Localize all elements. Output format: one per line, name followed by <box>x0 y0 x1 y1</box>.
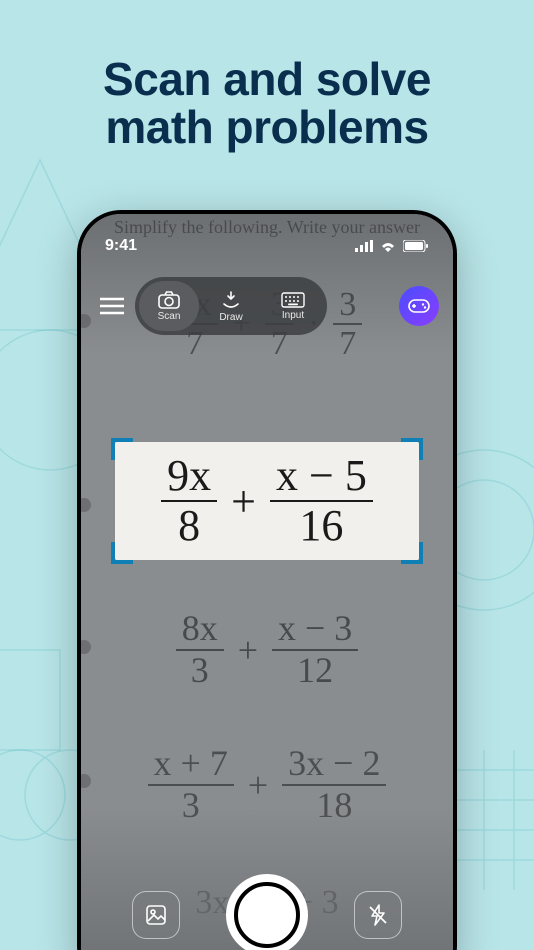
mode-input-button[interactable]: Input <box>263 281 323 331</box>
gallery-icon <box>144 903 168 927</box>
camera-icon <box>158 291 180 309</box>
cellular-icon <box>355 240 373 252</box>
math-expression: x + 73 + 3x − 218 <box>81 744 453 825</box>
status-bar: 9:41 <box>81 214 453 264</box>
mode-draw-button[interactable]: Draw <box>201 281 261 331</box>
gallery-button[interactable] <box>132 891 180 939</box>
math-operator: + <box>231 476 256 527</box>
crop-handle-br[interactable] <box>401 542 423 564</box>
hamburger-icon <box>100 297 124 315</box>
crop-handle-tl[interactable] <box>111 438 133 460</box>
math-fraction: 9x8 <box>161 452 217 551</box>
bullet-dot <box>81 498 91 512</box>
scan-crop-area[interactable]: 9x8 + x − 516 <box>115 442 419 560</box>
crop-handle-bl[interactable] <box>111 542 133 564</box>
menu-button[interactable] <box>95 289 129 323</box>
phone-frame: Simplify the following. Write your answe… <box>77 210 457 950</box>
crop-handle-tr[interactable] <box>401 438 423 460</box>
mode-draw-label: Draw <box>219 312 242 323</box>
games-button[interactable] <box>399 286 439 326</box>
headline-line1: Scan and solve <box>103 53 431 105</box>
phone-screen: Simplify the following. Write your answe… <box>81 214 453 950</box>
promo-headline: Scan and solve math problems <box>0 55 534 152</box>
gamepad-icon <box>408 299 430 313</box>
headline-line2: math problems <box>105 101 428 153</box>
status-time: 9:41 <box>105 237 137 255</box>
math-fraction: x − 516 <box>270 452 373 551</box>
math-expression: 8x3 + x − 312 <box>81 609 453 690</box>
mode-scan-label: Scan <box>158 311 181 322</box>
draw-icon <box>220 290 242 310</box>
top-toolbar: Scan Draw Input <box>95 276 439 336</box>
battery-icon <box>403 240 429 252</box>
shutter-button[interactable] <box>226 874 308 950</box>
mode-selector: Scan Draw Input <box>135 277 327 335</box>
status-icons <box>355 240 429 252</box>
mode-input-label: Input <box>282 310 304 321</box>
camera-controls <box>81 874 453 950</box>
flash-button[interactable] <box>354 891 402 939</box>
mode-scan-button[interactable]: Scan <box>139 281 199 331</box>
keyboard-icon <box>281 292 305 308</box>
wifi-icon <box>379 240 397 252</box>
flash-off-icon <box>366 903 390 927</box>
